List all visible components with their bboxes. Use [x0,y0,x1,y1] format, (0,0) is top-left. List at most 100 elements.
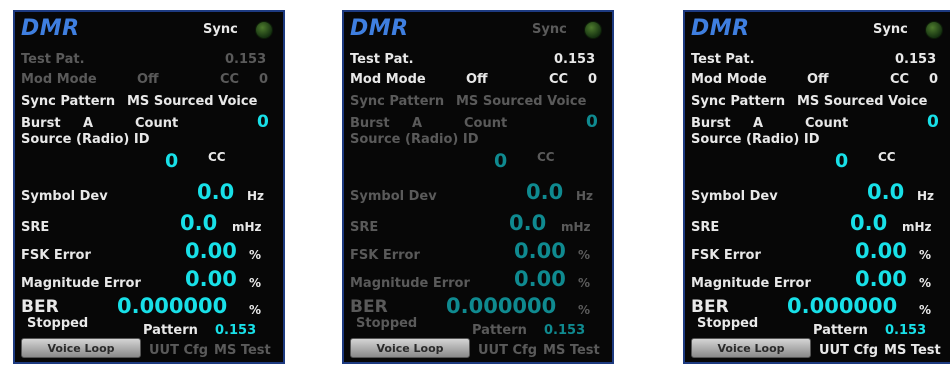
panel-title: DMR [21,16,80,41]
burst-value: A [83,116,94,131]
source-cc-label: CC [878,150,896,164]
uut-cfg-tab[interactable]: UUT Cfg [149,343,208,358]
sync-pattern-value: MS Sourced Voice [797,94,928,109]
source-cc-label: CC [208,150,226,164]
ber-value: 0.000000 [446,294,557,318]
symbol-dev-unit: Hz [247,189,265,203]
magnitude-error-value: 0.00 [855,267,907,291]
uut-cfg-tab[interactable]: UUT Cfg [478,343,537,358]
sync-pattern-label: Sync Pattern [350,94,445,109]
cc-value: 0 [929,72,939,87]
fsk-error-unit: % [919,248,932,262]
sre-value: 0.0 [850,211,888,235]
ms-test-tab[interactable]: MS Test [214,343,271,358]
fsk-error-unit: % [249,248,262,262]
mod-mode-label: Mod Mode [21,72,97,87]
sync-pattern-label: Sync Pattern [21,94,116,109]
uut-cfg-tab[interactable]: UUT Cfg [819,343,878,358]
test-pat-value: 0.153 [554,52,596,67]
pattern-label: Pattern [143,323,198,338]
sre-value: 0.0 [509,211,547,235]
test-pat-label: Test Pat. [691,52,755,67]
ber-label: BER [21,297,59,317]
sync-pattern-value: MS Sourced Voice [127,94,258,109]
magnitude-error-value: 0.00 [185,267,237,291]
sync-pattern-value: MS Sourced Voice [456,94,587,109]
symbol-dev-label: Symbol Dev [691,189,778,204]
magnitude-error-label: Magnitude Error [350,276,470,291]
sync-label: Sync [532,22,567,37]
source-id-value: 0 [835,150,849,172]
ber-label: BER [691,297,729,317]
source-id-label: Source (Radio) ID [691,132,820,147]
burst-label: Burst [350,116,390,131]
source-id-value: 0 [165,150,179,172]
ms-test-tab[interactable]: MS Test [543,343,600,358]
magnitude-error-unit: % [578,276,591,290]
voice-loop-button[interactable]: Voice Loop [21,338,141,358]
pattern-label: Pattern [813,323,868,338]
test-pat-label: Test Pat. [21,52,85,67]
dmr-panel-2: DMR Sync Test Pat. 0.153 Mod Mode Off CC… [342,10,614,364]
sync-label: Sync [873,22,908,37]
source-id-label: Source (Radio) ID [21,132,150,147]
symbol-dev-value: 0.0 [526,180,564,204]
pattern-value: 0.153 [215,323,257,338]
stopped-status: Stopped [27,316,89,331]
cc-label: CC [549,72,569,87]
footer-tabs: UUT Cfg MS Test [478,343,606,358]
ms-test-tab[interactable]: MS Test [884,343,941,358]
count-value: 0 [927,112,939,132]
count-label: Count [805,116,849,131]
cc-value: 0 [259,72,269,87]
count-value: 0 [257,112,269,132]
magnitude-error-unit: % [919,276,932,290]
fsk-error-value: 0.00 [185,239,237,263]
sre-label: SRE [691,220,720,235]
source-cc-label: CC [537,150,555,164]
footer-tabs: UUT Cfg MS Test [819,343,947,358]
dmr-panel-1: DMR Sync Test Pat. 0.153 Mod Mode Off CC… [13,10,285,364]
symbol-dev-value: 0.0 [867,180,905,204]
sync-led-icon [925,21,943,39]
sre-label: SRE [350,220,379,235]
count-label: Count [135,116,179,131]
fsk-error-label: FSK Error [691,248,761,263]
source-id-label: Source (Radio) ID [350,132,479,147]
sync-label: Sync [203,22,238,37]
footer-tabs: UUT Cfg MS Test [149,343,277,358]
cc-label: CC [890,72,910,87]
cc-label: CC [220,72,240,87]
mod-mode-value: Off [466,72,488,87]
voice-loop-button[interactable]: Voice Loop [350,338,470,358]
symbol-dev-label: Symbol Dev [350,189,437,204]
ber-unit: % [578,303,591,317]
burst-value: A [412,116,423,131]
sre-unit: mHz [902,220,932,234]
test-pat-value: 0.153 [225,52,267,67]
pattern-value: 0.153 [885,323,927,338]
dmr-panel-3: DMR Sync Test Pat. 0.153 Mod Mode Off CC… [683,10,950,364]
ber-value: 0.000000 [787,294,898,318]
sync-led-icon [255,21,273,39]
panel-title: DMR [691,16,750,41]
magnitude-error-value: 0.00 [514,267,566,291]
symbol-dev-unit: Hz [917,189,935,203]
count-label: Count [464,116,508,131]
magnitude-error-label: Magnitude Error [691,276,811,291]
pattern-value: 0.153 [544,323,586,338]
sre-value: 0.0 [180,211,218,235]
voice-loop-button[interactable]: Voice Loop [691,338,811,358]
mod-mode-value: Off [807,72,829,87]
ber-unit: % [919,303,932,317]
mod-mode-label: Mod Mode [691,72,767,87]
fsk-error-value: 0.00 [514,239,566,263]
symbol-dev-value: 0.0 [197,180,235,204]
fsk-error-unit: % [578,248,591,262]
burst-label: Burst [691,116,731,131]
magnitude-error-unit: % [249,276,262,290]
symbol-dev-unit: Hz [576,189,594,203]
ber-unit: % [249,303,262,317]
ber-value: 0.000000 [117,294,228,318]
ber-label: BER [350,297,388,317]
